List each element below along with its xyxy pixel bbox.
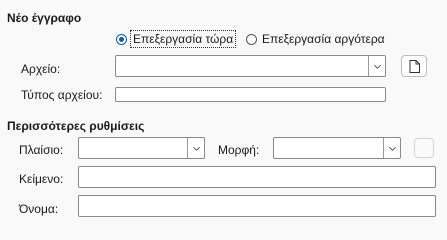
text-label: Κείμενο: xyxy=(19,172,64,186)
text-value xyxy=(79,172,87,178)
edit-later-label: Επεξεργασία αργότερα xyxy=(262,32,385,46)
text-field[interactable] xyxy=(78,166,436,188)
file-type-label: Τύπος αρχείου: xyxy=(21,88,103,102)
new-document-heading: Νέο έγγραφο xyxy=(7,11,82,25)
format-options-button[interactable] xyxy=(414,138,434,158)
chevron-down-icon xyxy=(388,146,396,151)
chevron-down-icon xyxy=(192,146,200,151)
format-dropdown-button[interactable] xyxy=(383,138,400,158)
chevron-down-icon xyxy=(373,64,381,69)
browse-file-button[interactable] xyxy=(401,55,427,77)
name-field[interactable] xyxy=(78,195,436,217)
edit-now-radio[interactable]: Επεξεργασία τώρα xyxy=(116,30,237,48)
more-settings-heading: Περισσότερες ρυθμίσεις xyxy=(7,119,145,133)
name-value xyxy=(79,201,87,207)
format-value xyxy=(274,138,282,158)
file-label: Αρχείο: xyxy=(21,62,61,76)
document-icon xyxy=(409,59,420,73)
edit-later-radio[interactable]: Επεξεργασία αργότερα xyxy=(246,32,385,46)
file-value xyxy=(116,56,124,76)
frame-dropdown-button[interactable] xyxy=(187,138,204,158)
file-dropdown-button[interactable] xyxy=(368,56,385,76)
file-combobox[interactable] xyxy=(115,55,386,77)
file-type-field[interactable] xyxy=(115,87,386,102)
frame-combobox[interactable] xyxy=(78,137,205,159)
radio-unselected-icon xyxy=(246,33,257,45)
format-label: Μορφή: xyxy=(218,143,260,157)
name-label: Όνομα: xyxy=(19,202,59,216)
format-combobox[interactable] xyxy=(273,137,401,159)
radio-selected-icon xyxy=(116,33,127,45)
frame-label: Πλαίσιο: xyxy=(19,143,64,157)
edit-now-label: Επεξεργασία τώρα xyxy=(129,30,237,48)
frame-value xyxy=(79,138,87,158)
